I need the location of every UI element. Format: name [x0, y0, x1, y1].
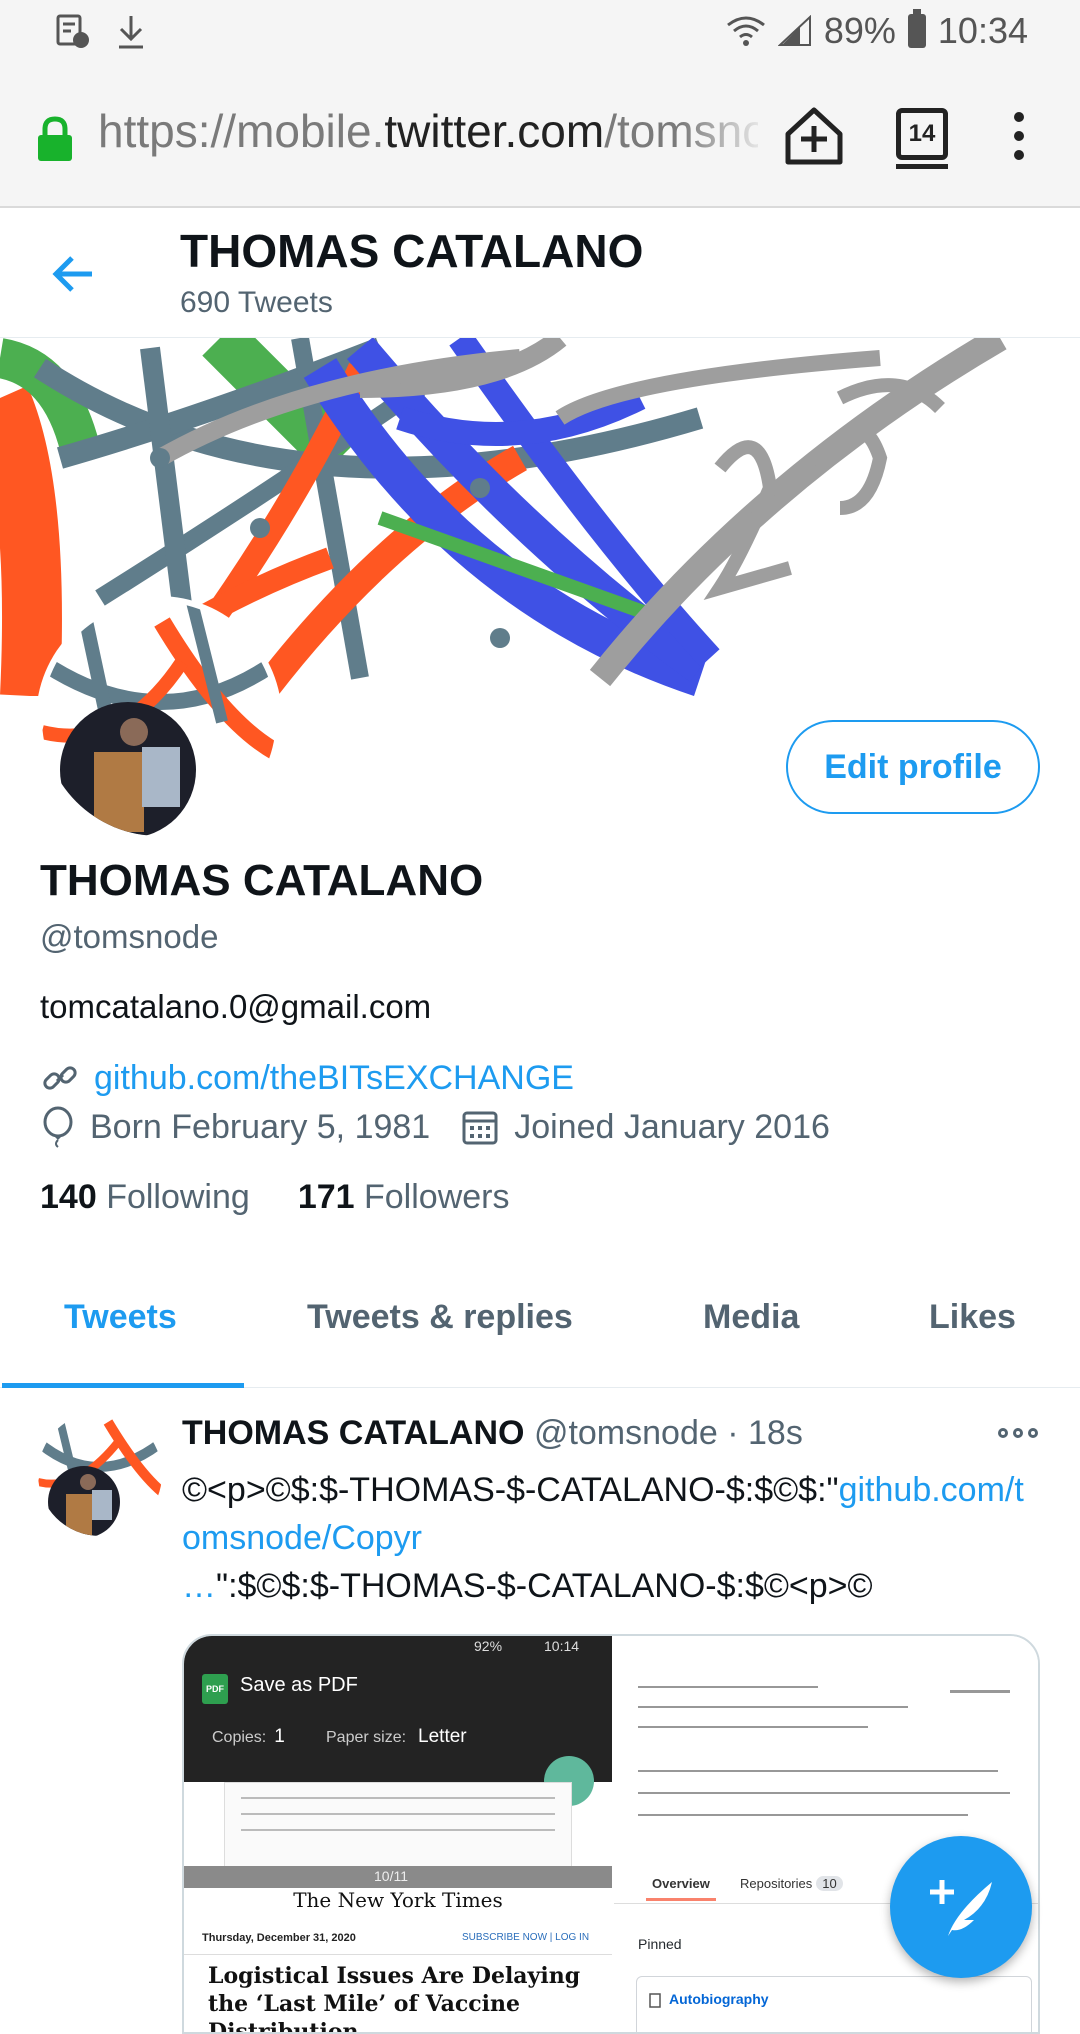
media-save-as: Save as PDF	[240, 1674, 358, 1696]
url-scheme: https://mobile.	[98, 105, 385, 157]
link-icon	[43, 1066, 77, 1090]
tweet-media[interactable]: 92% 10:14 PDF Save as PDF Copies: 1 Paper…	[182, 1634, 1040, 2034]
media-image-left[interactable]: 92% 10:14 PDF Save as PDF Copies: 1 Paper…	[184, 1636, 612, 2034]
pdf-icon: PDF	[202, 1674, 228, 1704]
followers-label: Followers	[364, 1178, 510, 1216]
profile-avatar[interactable]	[36, 596, 282, 842]
more-horizontal-icon[interactable]	[998, 1428, 1038, 1438]
followers-count: 171	[297, 1178, 355, 1216]
follow-stats: 140 Following 171 Followers	[40, 1178, 509, 1217]
media-nyt-title: The New York Times	[293, 1888, 503, 1912]
tab-media[interactable]: Media	[703, 1298, 799, 1337]
header-name: THOMAS CATALANO	[180, 225, 644, 277]
media-tab-repositories: Repositories 10	[740, 1876, 843, 1891]
media-time: 10:14	[544, 1638, 580, 1654]
tweet-author-name[interactable]: THOMAS CATALANO	[182, 1414, 524, 1452]
add-to-home-icon[interactable]	[782, 104, 846, 168]
compose-tweet-button[interactable]	[890, 1836, 1032, 1978]
browser-toolbar: https://mobile.twitter.com/tomsnode 14	[0, 64, 1080, 208]
edit-profile-button[interactable]: Edit profile	[786, 720, 1040, 814]
repo-icon	[649, 1993, 661, 2008]
tweet-link-ellipsis[interactable]: …	[182, 1567, 216, 1605]
followers-link[interactable]: 171 Followers	[298, 1178, 510, 1217]
media-status-bar: 92% 10:14	[184, 1636, 612, 1658]
more-vert-icon[interactable]	[1014, 112, 1024, 160]
profile-name: THOMAS CATALANO	[40, 856, 484, 905]
media-pinned-card: Autobiography	[636, 1976, 1032, 2032]
profile-website: github.com/theBITsEXCHANGE	[40, 1058, 574, 1098]
tweet-avatar[interactable]	[38, 1412, 162, 1536]
header-tweet-count: 690 Tweets	[180, 286, 333, 319]
back-arrow-icon[interactable]	[52, 254, 96, 294]
tweet-text-start: ©<p>©$:$-THOMAS-$-CATALANO-$:$©$:"	[182, 1471, 839, 1509]
battery-icon	[907, 9, 926, 48]
status-notification-icons	[56, 14, 146, 50]
media-page-indicator: 10/11	[184, 1866, 612, 1888]
print-dialog: 92% 10:14 PDF Save as PDF Copies: 1 Paper…	[184, 1636, 612, 1782]
lock-icon[interactable]	[36, 116, 74, 162]
born-date: Born February 5, 1981	[90, 1107, 431, 1146]
battery-percent: 89%	[823, 10, 896, 51]
profile-header-bar: THOMAS CATALANO 690 Tweets	[0, 210, 1080, 338]
media-copies: Copies: 1	[212, 1726, 285, 1747]
balloon-icon	[43, 1106, 73, 1148]
tweet-text: ©<p>©$:$-THOMAS-$-CATALANO-$:$©$:"github…	[182, 1466, 1042, 1610]
download-icon	[119, 16, 143, 49]
status-bar: 89% 10:34	[0, 0, 1080, 64]
website-link[interactable]: github.com/theBITsEXCHANGE	[94, 1059, 574, 1098]
tab-tweets-replies[interactable]: Tweets & replies	[307, 1298, 573, 1337]
active-tab-indicator	[2, 1383, 244, 1388]
url-field[interactable]: https://mobile.twitter.com/tomsnode	[98, 104, 758, 164]
tweet-separator: ·	[727, 1414, 739, 1452]
following-label: Following	[106, 1178, 250, 1216]
wifi-icon	[726, 16, 765, 46]
tab-switcher-button[interactable]: 14	[896, 108, 948, 169]
media-subscribe: SUBSCRIBE NOW | LOG IN	[462, 1932, 590, 1943]
following-count: 140	[40, 1178, 97, 1216]
avatar	[42, 602, 276, 836]
profile-dates: Born February 5, 1981 Joined January 201…	[40, 1106, 830, 1148]
media-file-list	[224, 1782, 572, 1868]
data-saver-icon	[56, 14, 89, 48]
media-rule	[184, 1954, 612, 1955]
media-paper-size: Paper size: Letter	[326, 1726, 467, 1747]
tweet-header: THOMAS CATALANO @tomsnode · 18s	[182, 1414, 803, 1453]
media-headline: Logistical Issues Are Delaying the ‘Last…	[208, 1963, 581, 2034]
profile-bio: tomcatalano.0@gmail.com	[40, 988, 432, 1025]
media-pinned-item: Autobiography	[669, 1991, 769, 2007]
profile-handle: @tomsnode	[40, 918, 219, 955]
media-battery: 92%	[474, 1638, 503, 1654]
signal-icon	[777, 15, 811, 46]
media-date: Thursday, December 31, 2020	[202, 1932, 356, 1944]
profile-tabs: Tweets Tweets & replies Media Likes	[0, 1270, 1080, 1388]
status-system-icons: 89% 10:34	[726, 9, 1028, 52]
tab-likes[interactable]: Likes	[929, 1298, 1016, 1337]
url-domain: twitter.com	[384, 105, 605, 157]
joined-date: Joined January 2016	[514, 1107, 830, 1146]
tweet-text-end: ":$©$:$-THOMAS-$-CATALANO-$:$©<p>©	[216, 1567, 873, 1605]
url-fade	[680, 100, 770, 170]
compose-tweet-icon	[930, 1880, 992, 1936]
tweet-time[interactable]: 18s	[748, 1414, 803, 1452]
tab-tweets[interactable]: Tweets	[64, 1298, 177, 1337]
media-pinned-label: Pinned	[638, 1936, 682, 1952]
tweet-author-handle: @tomsnode	[533, 1414, 718, 1452]
following-link[interactable]: 140 Following	[40, 1178, 250, 1217]
media-tab-overview: Overview	[646, 1876, 716, 1901]
calendar-icon	[462, 1111, 498, 1145]
clock: 10:34	[937, 10, 1028, 51]
